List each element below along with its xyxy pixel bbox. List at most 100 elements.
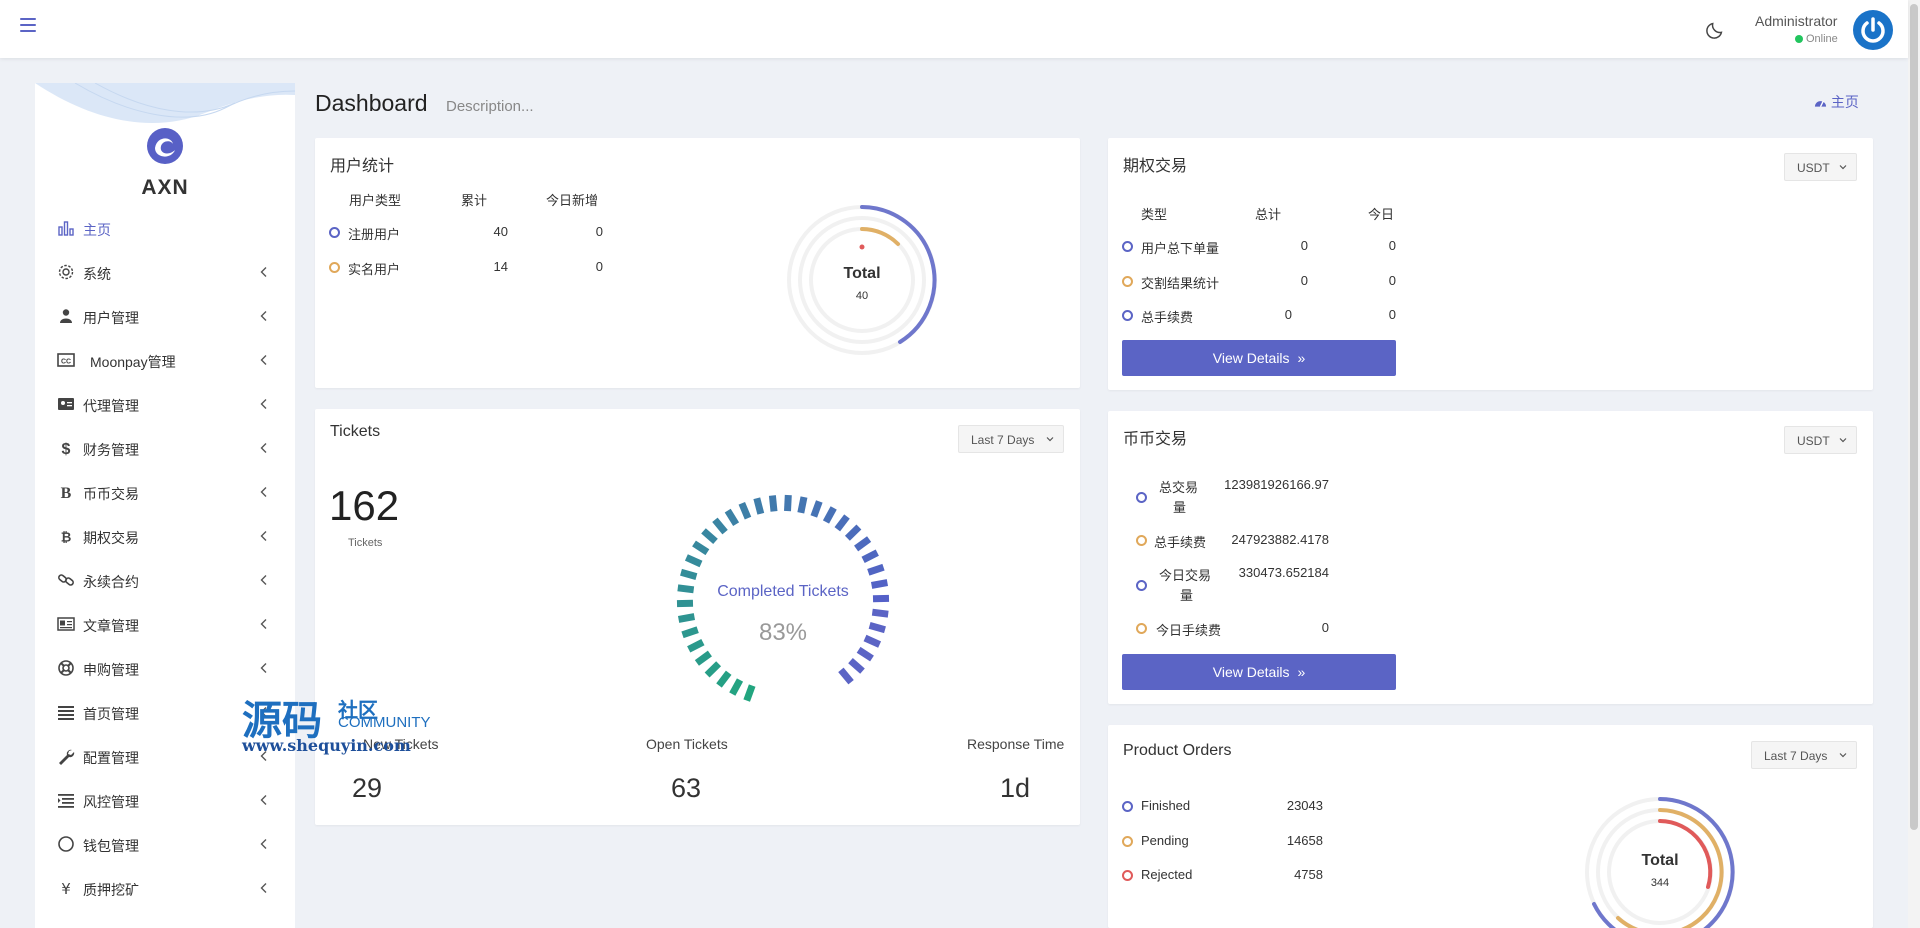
sidebar-item-label: 币币交易: [83, 486, 139, 502]
avatar[interactable]: [1853, 10, 1893, 50]
gauge-segment: [856, 646, 874, 662]
sidebar-item[interactable]: 代理管理: [35, 384, 295, 424]
sidebar-item[interactable]: 文章管理: [35, 604, 295, 644]
newspaper-icon: [57, 617, 75, 631]
menu-toggle-icon[interactable]: [20, 18, 36, 32]
logo-text: AXN: [141, 176, 189, 199]
coin-row-label-wrap: 量: [1180, 588, 1194, 603]
link-icon: [58, 574, 74, 586]
svg-text:¥: ¥: [61, 880, 71, 897]
sidebar-item[interactable]: 永续合约: [35, 560, 295, 600]
gauge-segment: [738, 501, 752, 520]
page-description: Description...: [446, 98, 534, 115]
currency-select[interactable]: USDT: [1784, 153, 1857, 181]
options-row-total: 0: [1300, 273, 1308, 288]
order-row-value: 14658: [1286, 833, 1323, 848]
sidebar-item[interactable]: CC Moonpay管理: [35, 340, 295, 380]
tickets-title: Tickets: [330, 423, 381, 440]
sidebar-item[interactable]: ₿ 期权交易: [35, 516, 295, 556]
chevron-down-icon: [1046, 437, 1054, 442]
user-stats-card: 用户统计 用户类型 累计 今日新增 注册用户 40 0 实名用户 14 0 To…: [315, 138, 1080, 388]
legend-circle: [1122, 241, 1133, 252]
completed-tickets-gauge: [676, 494, 890, 702]
product-orders-range-select[interactable]: Last 7 Days: [1751, 741, 1857, 769]
sidebar-item[interactable]: 申购管理: [35, 648, 295, 688]
chevron-left-icon: [260, 883, 267, 893]
gauge-segment: [704, 661, 722, 678]
order-row-value: 23043: [1286, 798, 1323, 813]
sidebar-item-label: Moonpay管理: [90, 354, 176, 370]
gauge-segment: [854, 536, 872, 552]
sidebar-item[interactable]: 配置管理: [35, 736, 295, 776]
chevron-left-icon: [260, 619, 267, 629]
coin-row-label: 今日手续费: [1156, 623, 1222, 638]
sidebar-item[interactable]: $ 财务管理: [35, 428, 295, 468]
options-row-today: 0: [1388, 238, 1396, 253]
options-view-details-button[interactable]: View Details »: [1122, 340, 1396, 376]
scrollbar-thumb[interactable]: [1910, 4, 1918, 830]
user-row-total: 40: [493, 224, 508, 239]
chevron-left-icon: [260, 267, 267, 277]
page-scrollbar[interactable]: [1908, 0, 1920, 928]
breadcrumb-home-link[interactable]: 主页: [1814, 92, 1859, 112]
product-orders-title: Product Orders: [1123, 742, 1232, 759]
coin-row-label: 总交易: [1159, 480, 1199, 495]
chevron-left-icon: [260, 487, 267, 497]
sidebar-item[interactable]: 钱包管理: [35, 824, 295, 864]
user-icon: [60, 309, 72, 323]
legend-circle: [1122, 276, 1133, 287]
coin-view-details-button[interactable]: View Details »: [1122, 654, 1396, 690]
gauge-segment: [684, 554, 703, 568]
letter-b-icon: B: [61, 485, 72, 501]
user-stats-header-today: 今日新增: [546, 193, 599, 208]
bitcoin-icon: ₿: [61, 531, 72, 546]
bar-chart-icon: [58, 221, 74, 236]
tickets-range-select[interactable]: Last 7 Days: [958, 425, 1064, 453]
options-header-type: 类型: [1141, 207, 1168, 222]
coin-view-details-label: View Details: [1212, 664, 1290, 680]
sidebar-item[interactable]: 风控管理: [35, 780, 295, 820]
chevron-left-icon: [260, 575, 267, 585]
chevron-left-icon: [260, 531, 267, 541]
gauge-segment: [834, 514, 850, 532]
sidebar-item[interactable]: 用户管理: [35, 296, 295, 336]
legend-circle: [1122, 801, 1133, 812]
list-icon: [58, 706, 74, 720]
dark-mode-moon-icon[interactable]: [1704, 19, 1726, 41]
gauge-segment: [753, 497, 765, 515]
tickets-total-caption: Tickets: [348, 537, 383, 549]
product-orders-range-value: Last 7 Days: [1764, 749, 1828, 763]
response-time-label: Response Time: [967, 736, 1065, 752]
user-stats-header-total: 累计: [461, 193, 488, 208]
gauge-segment: [838, 667, 854, 685]
sidebar-item[interactable]: 首页管理: [35, 692, 295, 732]
sidebar-item[interactable]: 系统: [35, 252, 295, 292]
legend-circle: [1136, 535, 1147, 546]
legend-circle: [329, 262, 340, 273]
tickets-total: 162: [329, 482, 400, 529]
breadcrumb-home-label[interactable]: 主页: [1831, 94, 1859, 110]
admin-name[interactable]: Administrator: [1755, 13, 1837, 29]
sidebar-item-label: 首页管理: [83, 706, 139, 722]
gauge-segment: [848, 657, 865, 674]
top-bar: Administrator Online: [0, 0, 1908, 58]
user-row-label: 实名用户: [348, 262, 401, 277]
options-row-label: 总手续费: [1141, 310, 1194, 325]
circle-icon: [58, 836, 74, 852]
currency-select[interactable]: USDT: [1784, 426, 1857, 454]
tickets-range-value: Last 7 Days: [971, 433, 1035, 447]
gauge-segment: [768, 495, 778, 512]
sidebar-item[interactable]: B 币币交易: [35, 472, 295, 512]
sidebar-item-label: 代理管理: [83, 398, 139, 414]
gauge-segment: [822, 506, 837, 524]
options-row-label: 用户总下单量: [1141, 241, 1220, 256]
chevron-left-icon: [260, 751, 267, 761]
sidebar-item[interactable]: 主页: [35, 208, 295, 248]
sidebar-item-label: 财务管理: [83, 442, 139, 458]
options-header-today: 今日: [1368, 207, 1395, 222]
sidebar-item-label: 期权交易: [83, 530, 139, 546]
user-row-today: 0: [595, 259, 603, 274]
coin-row-label: 总手续费: [1154, 535, 1207, 550]
sidebar-item[interactable]: ¥ 质押挖矿: [35, 868, 295, 908]
list-indent-icon: [58, 794, 74, 808]
